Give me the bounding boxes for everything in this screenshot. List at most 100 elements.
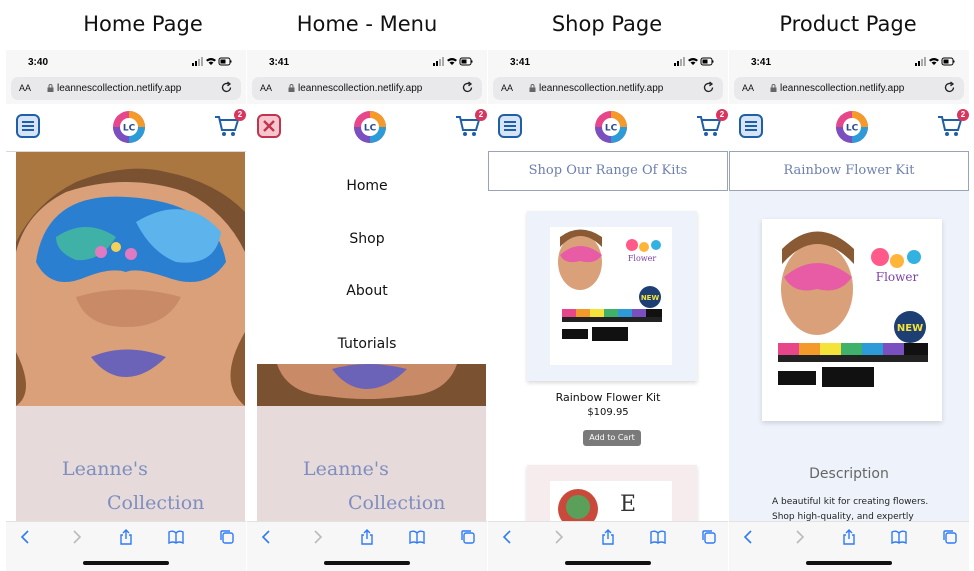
page-content: LC 2 Leanne's Collection [6, 104, 246, 521]
forward-icon[interactable] [791, 529, 807, 545]
description-line-2: Shop high-quality, and expertly [772, 512, 914, 521]
page-content: LC 2 Rainbow Flower Kit Flower NEW Descr… [729, 104, 969, 521]
reload-icon[interactable] [702, 81, 715, 94]
tabs-icon[interactable] [701, 529, 717, 545]
home-indicator [565, 561, 651, 565]
status-time: 3:40 [28, 57, 49, 68]
status-bar: 3:41 [247, 50, 487, 74]
forward-icon[interactable] [550, 529, 566, 545]
lc-logo[interactable]: LC [835, 110, 869, 144]
cart-count-badge: 2 [475, 109, 487, 121]
svg-text:Flower: Flower [876, 270, 919, 284]
lock-icon [288, 84, 295, 92]
description-text: A beautiful kit for creating flowers. Sh… [772, 495, 942, 521]
svg-text:NEW: NEW [897, 323, 923, 334]
back-icon[interactable] [741, 529, 757, 545]
site-navbar: LC 2 [488, 104, 728, 151]
home-indicator [83, 561, 169, 565]
brand-section: Leanne's Collection [16, 406, 245, 521]
add-to-cart-button[interactable]: Add to Cart [583, 430, 641, 446]
bookmarks-icon[interactable] [650, 529, 666, 545]
bookmarks-icon[interactable] [168, 529, 184, 545]
address-bar[interactable]: AA leannescollection.netlify.app [11, 77, 241, 100]
menu-item-home[interactable]: Home [247, 178, 487, 194]
svg-text:Flower: Flower [628, 254, 657, 263]
text-size-button[interactable]: AA [742, 83, 754, 93]
hamburger-menu-icon[interactable] [16, 114, 40, 138]
back-icon[interactable] [500, 529, 516, 545]
cart-count-badge: 2 [234, 109, 246, 121]
address-bar[interactable]: AA leannescollection.netlify.app [493, 77, 723, 100]
tabs-icon[interactable] [460, 529, 476, 545]
browser-toolbar [247, 521, 487, 571]
product-heading: Rainbow Flower Kit [729, 151, 969, 191]
lc-logo[interactable]: LC [594, 110, 628, 144]
browser-toolbar [488, 521, 728, 571]
share-icon[interactable] [118, 529, 134, 545]
menu-item-tutorials[interactable]: Tutorials [247, 336, 487, 352]
brand-section: Leanne's Collection [257, 406, 486, 521]
logo-text: LC [123, 124, 136, 134]
back-icon[interactable] [259, 529, 275, 545]
signal-wifi-battery-icon [915, 57, 955, 66]
cart-count-badge: 2 [716, 109, 728, 121]
phone-shop: 3:41 AA leannescollection.netlify.app LC [488, 50, 728, 571]
reload-icon[interactable] [461, 81, 474, 94]
menu-item-about[interactable]: About [247, 283, 487, 299]
tabs-icon[interactable] [942, 529, 958, 545]
browser-toolbar [729, 521, 969, 571]
svg-text:E: E [620, 492, 636, 517]
forward-icon[interactable] [309, 529, 325, 545]
page-content: LC 2 Shop Our Range Of Kits Flower NEW R… [488, 104, 728, 521]
bookmarks-icon[interactable] [409, 529, 425, 545]
lock-icon [770, 84, 777, 92]
address-bar[interactable]: AA leannescollection.netlify.app [734, 77, 964, 100]
hamburger-menu-icon[interactable] [498, 114, 522, 138]
home-indicator [324, 561, 410, 565]
product-card[interactable]: Flower NEW [527, 211, 697, 381]
address-bar[interactable]: AA leannescollection.netlify.app [252, 77, 482, 100]
shop-body: Shop Our Range Of Kits Flower NEW Rainbo… [488, 151, 728, 521]
shop-heading: Shop Our Range Of Kits [488, 151, 728, 191]
status-time: 3:41 [510, 57, 531, 68]
status-bar: 3:40 [6, 50, 246, 74]
brand-line-1: Leanne's [62, 458, 148, 480]
share-icon[interactable] [600, 529, 616, 545]
lc-logo[interactable]: LC [353, 110, 387, 144]
status-time: 3:41 [751, 57, 772, 68]
share-icon[interactable] [841, 529, 857, 545]
cart-count-badge: 2 [957, 109, 969, 121]
lc-logo[interactable]: LC [112, 110, 146, 144]
phone-menu: 3:41 AA leannescollection.netlify.app LC [247, 50, 487, 571]
description-title: Description [809, 466, 889, 482]
text-size-button[interactable]: AA [501, 83, 513, 93]
back-icon[interactable] [18, 529, 34, 545]
product-price: $109.95 [587, 407, 629, 418]
menu-item-shop[interactable]: Shop [247, 231, 487, 247]
product-name[interactable]: Rainbow Flower Kit [488, 391, 728, 404]
status-time: 3:41 [269, 57, 290, 68]
rainbow-flower-kit-image: Flower NEW [550, 227, 672, 365]
forward-icon[interactable] [68, 529, 84, 545]
status-bar: 3:41 [488, 50, 728, 74]
reload-icon[interactable] [220, 81, 233, 94]
hamburger-menu-icon[interactable] [739, 114, 763, 138]
product-body: Rainbow Flower Kit Flower NEW Descriptio… [729, 151, 969, 521]
product-card-2[interactable]: E [527, 465, 697, 521]
close-menu-icon[interactable] [257, 114, 281, 138]
description-line-1: A beautiful kit for creating flowers. [772, 497, 929, 507]
text-size-button[interactable]: AA [260, 83, 272, 93]
panel-title-shop: Shop Page [551, 12, 663, 36]
product-large-image: Flower NEW [762, 219, 942, 421]
bookmarks-icon[interactable] [891, 529, 907, 545]
panel-title-menu: Home - Menu [296, 12, 438, 36]
brand-line-2: Collection [107, 492, 205, 514]
text-size-button[interactable]: AA [19, 83, 31, 93]
brand-line-1: Leanne's [303, 458, 389, 480]
tabs-icon[interactable] [219, 529, 235, 545]
lock-icon [47, 84, 54, 92]
reload-icon[interactable] [943, 81, 956, 94]
signal-wifi-battery-icon [433, 57, 473, 66]
brand-line-2: Collection [348, 492, 446, 514]
share-icon[interactable] [359, 529, 375, 545]
